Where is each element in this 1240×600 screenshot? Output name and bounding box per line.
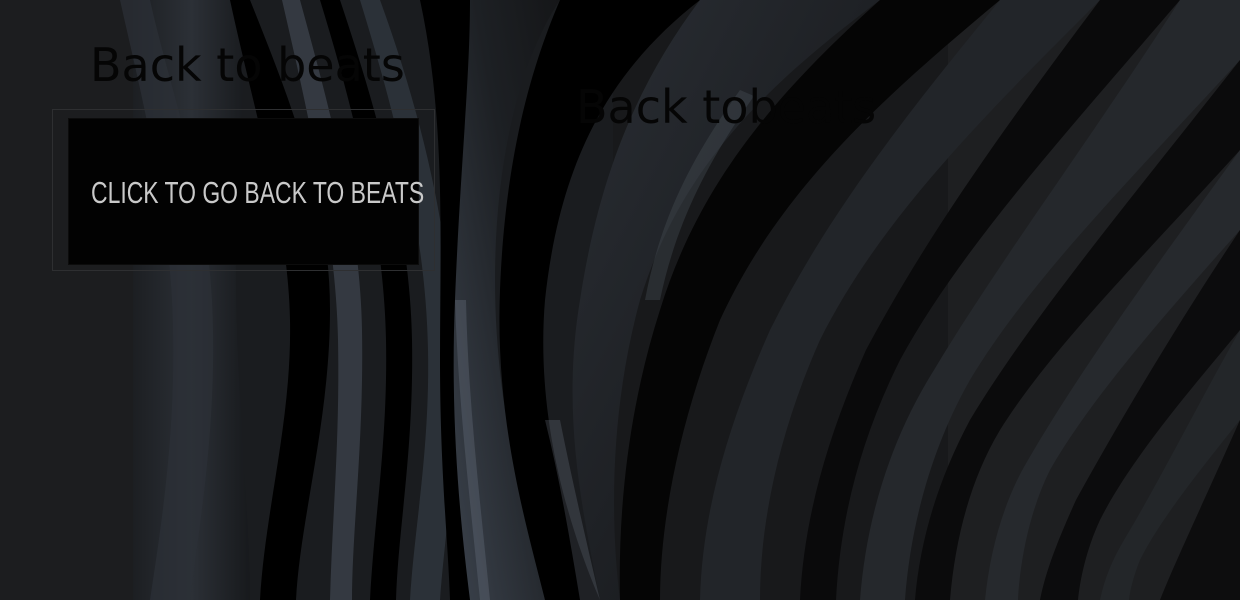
page-title-left: Back to beats <box>90 38 405 92</box>
page-title-right: Back tobeats <box>576 80 877 134</box>
page: Back to beats Back tobeats CLICK TO GO B… <box>0 0 1240 600</box>
back-to-beats-button[interactable]: CLICK TO GO BACK TO BEATS <box>68 118 424 265</box>
back-to-beats-button-label: CLICK TO GO BACK TO BEATS <box>91 175 425 210</box>
